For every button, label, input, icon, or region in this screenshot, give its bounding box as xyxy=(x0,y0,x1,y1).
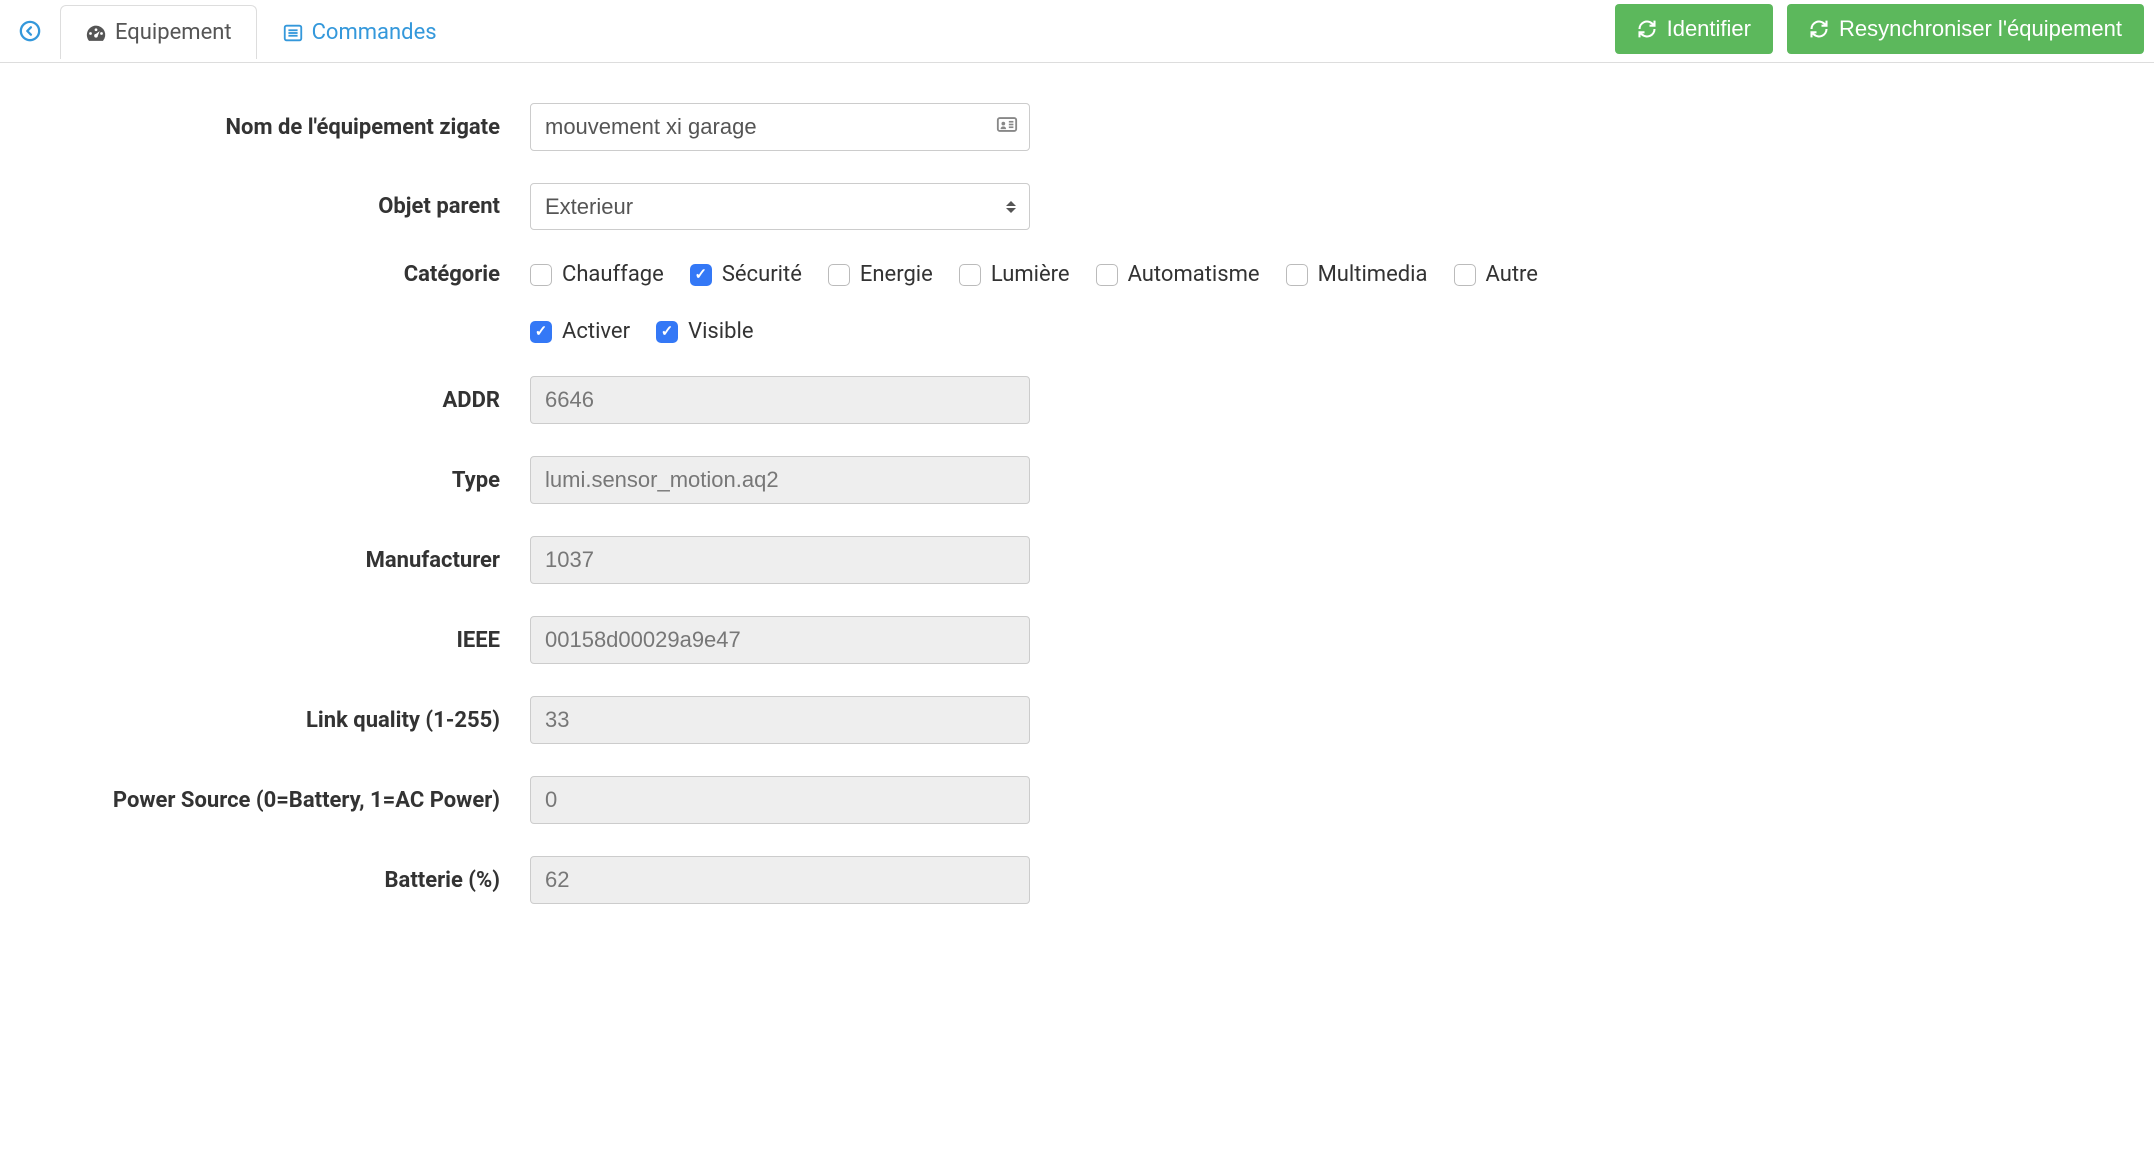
tab-equipment[interactable]: Equipement xyxy=(60,5,257,59)
back-button[interactable] xyxy=(0,6,60,56)
topbar: Equipement Commandes Identifier xyxy=(0,0,2154,63)
checkbox-label: Autre xyxy=(1486,262,1538,287)
type-label: Type xyxy=(20,468,530,493)
category-checkbox-group: Chauffage Sécurité Energie Lumière Autom… xyxy=(530,262,1538,287)
activate-item[interactable]: Activer xyxy=(530,319,630,344)
checkbox-label: Automatisme xyxy=(1128,262,1260,287)
checkbox[interactable] xyxy=(1286,264,1308,286)
checkbox[interactable] xyxy=(959,264,981,286)
power-source-input xyxy=(530,776,1030,824)
refresh-icon xyxy=(1809,19,1829,39)
checkbox-label: Energie xyxy=(860,262,933,287)
category-label: Catégorie xyxy=(20,262,530,287)
resync-button-label: Resynchroniser l'équipement xyxy=(1839,16,2122,42)
manufacturer-input xyxy=(530,536,1030,584)
identify-button-label: Identifier xyxy=(1667,16,1751,42)
actions: Identifier Resynchroniser l'équipement xyxy=(1615,0,2154,62)
name-input[interactable] xyxy=(530,103,1030,151)
link-quality-label: Link quality (1-255) xyxy=(20,708,530,733)
category-item[interactable]: Multimedia xyxy=(1286,262,1428,287)
checkbox[interactable] xyxy=(656,321,678,343)
tab-commands[interactable]: Commandes xyxy=(257,5,462,59)
checkbox[interactable] xyxy=(1454,264,1476,286)
tabs: Equipement Commandes xyxy=(60,4,462,58)
manufacturer-label: Manufacturer xyxy=(20,548,530,573)
addr-input xyxy=(530,376,1030,424)
checkbox-label: Multimedia xyxy=(1318,262,1428,287)
category-item[interactable]: Automatisme xyxy=(1096,262,1260,287)
identify-button[interactable]: Identifier xyxy=(1615,4,1773,54)
addr-label: ADDR xyxy=(20,388,530,413)
category-item[interactable]: Autre xyxy=(1454,262,1538,287)
power-source-label: Power Source (0=Battery, 1=AC Power) xyxy=(20,788,530,813)
checkbox-label: Lumière xyxy=(991,262,1070,287)
dashboard-icon xyxy=(85,22,107,44)
checkbox-label: Chauffage xyxy=(562,262,664,287)
refresh-icon xyxy=(1637,19,1657,39)
ieee-label: IEEE xyxy=(20,628,530,653)
category-item[interactable]: Lumière xyxy=(959,262,1070,287)
category-item[interactable]: Sécurité xyxy=(690,262,802,287)
checkbox[interactable] xyxy=(530,321,552,343)
equipment-form: Nom de l'équipement zigate Objet paren xyxy=(0,63,2154,956)
checkbox[interactable] xyxy=(828,264,850,286)
checkbox-label: Activer xyxy=(562,319,630,344)
type-input xyxy=(530,456,1030,504)
ieee-input xyxy=(530,616,1030,664)
parent-select[interactable]: Exterieur xyxy=(530,183,1030,230)
category-item[interactable]: Chauffage xyxy=(530,262,664,287)
checkbox-label: Visible xyxy=(688,319,753,344)
tab-commands-label: Commandes xyxy=(312,20,437,45)
arrow-left-icon xyxy=(19,20,41,42)
link-quality-input xyxy=(530,696,1030,744)
checkbox[interactable] xyxy=(690,264,712,286)
flags-checkbox-group: Activer Visible xyxy=(530,319,754,344)
checkbox[interactable] xyxy=(1096,264,1118,286)
tab-equipment-label: Equipement xyxy=(115,20,232,45)
category-item[interactable]: Energie xyxy=(828,262,933,287)
name-label: Nom de l'équipement zigate xyxy=(20,115,530,140)
visible-item[interactable]: Visible xyxy=(656,319,753,344)
battery-label: Batterie (%) xyxy=(20,868,530,893)
parent-label: Objet parent xyxy=(20,194,530,219)
checkbox[interactable] xyxy=(530,264,552,286)
resync-button[interactable]: Resynchroniser l'équipement xyxy=(1787,4,2144,54)
list-icon xyxy=(282,22,304,44)
id-card-icon xyxy=(996,114,1018,141)
checkbox-label: Sécurité xyxy=(722,262,802,287)
battery-input xyxy=(530,856,1030,904)
